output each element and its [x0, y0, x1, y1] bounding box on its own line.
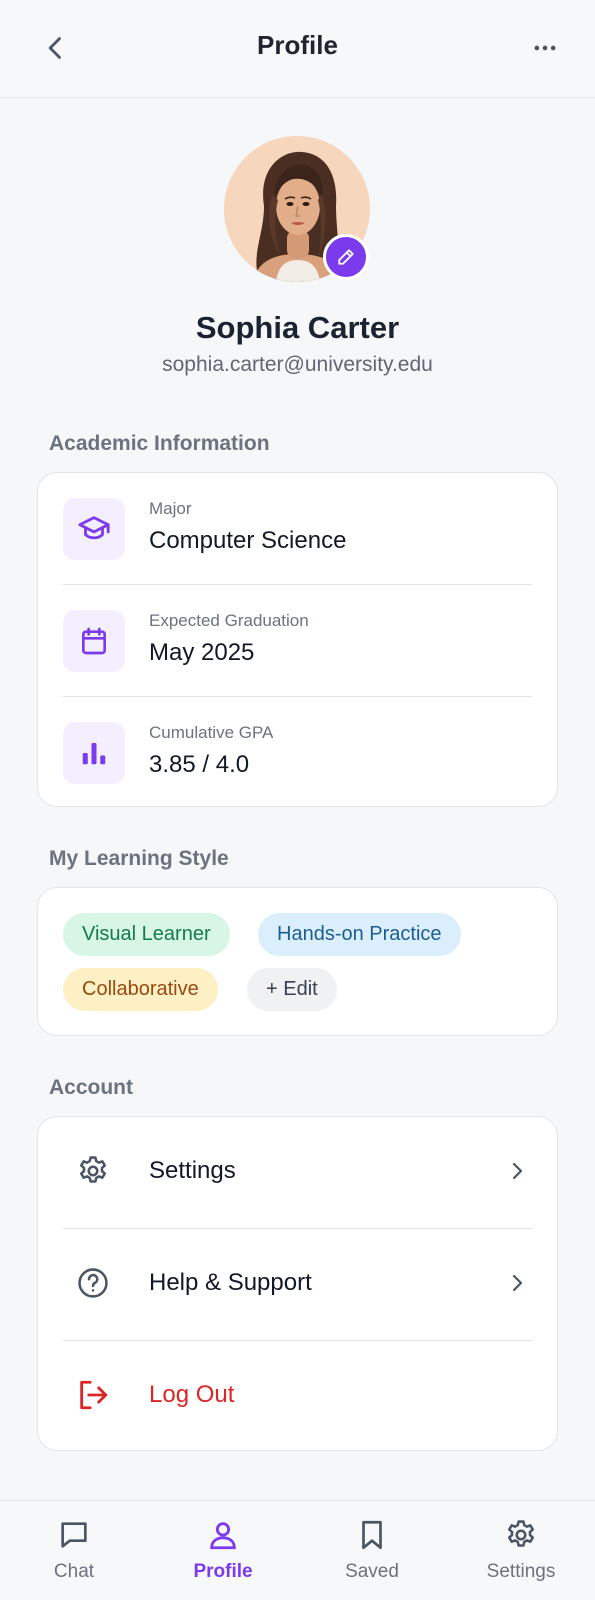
academic-label: Major	[149, 499, 192, 518]
bookmark-icon	[354, 1517, 390, 1553]
section-title-account: Account	[49, 1076, 133, 1099]
learning-style-card: Visual Learner Hands-on Practice Collabo…	[37, 887, 558, 1036]
academic-icon-box	[63, 498, 125, 560]
logout-label: Log Out	[149, 1381, 235, 1408]
nav-item-settings[interactable]: Settings	[447, 1501, 595, 1600]
nav-label: Saved	[345, 1561, 399, 1582]
edit-avatar-button[interactable]	[323, 234, 369, 280]
nav-label: Chat	[53, 1561, 95, 1582]
nav-label: Settings	[486, 1561, 556, 1582]
chevron-right-icon	[512, 1274, 523, 1292]
more-options-button[interactable]	[525, 28, 565, 68]
account-card: Settings Help & Support Log Out	[37, 1116, 558, 1451]
academic-icon-box	[63, 722, 125, 784]
gear-icon	[503, 1517, 539, 1553]
avatar-container	[224, 136, 370, 282]
academic-icon-box	[63, 610, 125, 672]
account-row-settings[interactable]: Settings	[38, 1117, 559, 1228]
profile-name: Sophia Carter	[195, 310, 400, 345]
nav-item-profile[interactable]: Profile	[149, 1501, 297, 1600]
academic-value: 3.85 / 4.0	[149, 751, 250, 778]
bottom-nav: Chat Profile Saved Settings	[0, 1500, 595, 1600]
more-horizontal-icon	[534, 45, 556, 51]
academic-value: May 2025	[149, 639, 255, 666]
academic-label: Cumulative GPA	[149, 723, 274, 742]
bar-chart-icon	[82, 743, 106, 765]
logout-button[interactable]: Log Out	[38, 1341, 559, 1452]
account-row-label: Settings	[149, 1157, 236, 1184]
page-title: Profile	[257, 30, 338, 60]
calendar-icon	[82, 627, 106, 655]
profile-email: sophia.carter@university.edu	[162, 353, 433, 376]
account-row-label: Help & Support	[149, 1269, 312, 1296]
academic-row-graduation: Expected Graduation May 2025	[38, 585, 559, 696]
learning-style-tag[interactable]: Hands-on Practice	[258, 913, 461, 956]
graduation-cap-icon	[78, 516, 110, 540]
academic-value: Computer Science	[149, 527, 347, 554]
learning-style-tag[interactable]: Collaborative	[63, 968, 218, 1011]
nav-label: Profile	[193, 1561, 253, 1582]
academic-card: Major Computer Science Expected Graduati…	[37, 472, 558, 807]
academic-row-gpa: Cumulative GPA 3.85 / 4.0	[38, 697, 559, 808]
gear-icon	[75, 1153, 111, 1189]
section-title-learning-style: My Learning Style	[49, 847, 229, 870]
learning-style-tag[interactable]: Visual Learner	[63, 913, 230, 956]
academic-row-major: Major Computer Science	[38, 473, 559, 584]
user-icon	[205, 1517, 241, 1553]
academic-label: Expected Graduation	[149, 611, 309, 630]
top-bar: Profile	[0, 0, 595, 98]
logout-icon	[75, 1377, 111, 1413]
edit-learning-style-button[interactable]: + Edit	[247, 968, 337, 1011]
chevron-right-icon	[512, 1162, 523, 1180]
section-title-academic: Academic Information	[49, 432, 270, 455]
help-circle-icon	[75, 1265, 111, 1301]
pencil-icon	[338, 249, 354, 265]
chat-icon	[56, 1517, 92, 1553]
nav-item-saved[interactable]: Saved	[298, 1501, 446, 1600]
nav-item-chat[interactable]: Chat	[0, 1501, 148, 1600]
account-row-help[interactable]: Help & Support	[38, 1229, 559, 1340]
